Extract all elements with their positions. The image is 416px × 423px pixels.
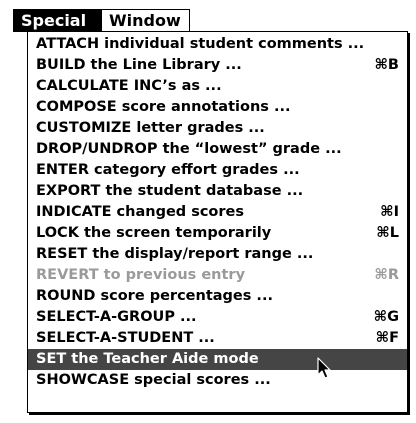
menu-item-shortcut: ⌘L bbox=[376, 225, 399, 241]
menu-item-label: SELECT-A-GROUP ... bbox=[36, 309, 197, 325]
menu-item-enter-effort-grades[interactable]: ENTER category effort grades ... bbox=[28, 160, 407, 181]
menu-item-shortcut: ⌘G bbox=[373, 309, 399, 325]
menu-item-label: COMPOSE score annotations ... bbox=[36, 99, 291, 115]
menu-item-select-a-group[interactable]: SELECT-A-GROUP ... ⌘G bbox=[28, 307, 407, 328]
special-menu-dropdown: ATTACH individual student comments ... B… bbox=[27, 31, 408, 413]
menu-item-shortcut: ⌘R bbox=[374, 267, 399, 283]
menu-item-label: ATTACH individual student comments ... bbox=[36, 36, 365, 52]
menu-item-set-teacher-aide-mode[interactable]: SET the Teacher Aide mode bbox=[28, 349, 407, 370]
menu-item-label: SHOWCASE special scores ... bbox=[36, 372, 271, 388]
menu-item-shortcut: ⌘B bbox=[374, 57, 399, 73]
menu-item-round-percentages[interactable]: ROUND score percentages ... bbox=[28, 286, 407, 307]
menu-item-label: ROUND score percentages ... bbox=[36, 288, 273, 304]
menu-item-label: BUILD the Line Library ... bbox=[36, 57, 242, 73]
menu-item-label: REVERT to previous entry bbox=[36, 267, 246, 283]
menu-item-customize-letter-grades[interactable]: CUSTOMIZE letter grades ... bbox=[28, 118, 407, 139]
menu-item-label: DROP/UNDROP the “lowest” grade ... bbox=[36, 141, 342, 157]
menu-item-attach-comments[interactable]: ATTACH individual student comments ... bbox=[28, 34, 407, 55]
menu-item-label: CALCULATE INC’s as ... bbox=[36, 78, 222, 94]
menu-item-label: SET the Teacher Aide mode bbox=[36, 351, 259, 367]
menu-item-revert-entry: REVERT to previous entry ⌘R bbox=[28, 265, 407, 286]
menu-item-label: EXPORT the student database ... bbox=[36, 183, 304, 199]
menu-item-export-database[interactable]: EXPORT the student database ... bbox=[28, 181, 407, 202]
menu-item-lock-screen[interactable]: LOCK the screen temporarily ⌘L bbox=[28, 223, 407, 244]
menu-item-reset-range[interactable]: RESET the display/report range ... bbox=[28, 244, 407, 265]
menu-item-shortcut: ⌘I bbox=[380, 204, 399, 220]
menu-item-shortcut: ⌘F bbox=[375, 330, 399, 346]
menu-item-label: LOCK the screen temporarily bbox=[36, 225, 272, 241]
menu-window[interactable]: Window bbox=[102, 10, 189, 32]
menu-item-label: CUSTOMIZE letter grades ... bbox=[36, 120, 265, 136]
menu-item-select-a-student[interactable]: SELECT-A-STUDENT ... ⌘F bbox=[28, 328, 407, 349]
menu-item-label: ENTER category effort grades ... bbox=[36, 162, 300, 178]
menu-item-showcase-scores[interactable]: SHOWCASE special scores ... bbox=[28, 370, 407, 391]
arrow-pointer-icon bbox=[317, 357, 331, 379]
menu-item-drop-undrop-lowest[interactable]: DROP/UNDROP the “lowest” grade ... bbox=[28, 139, 407, 160]
menu-item-label: RESET the display/report range ... bbox=[36, 246, 314, 262]
menu-item-build-line-library[interactable]: BUILD the Line Library ... ⌘B bbox=[28, 55, 407, 76]
menu-item-compose-annotations[interactable]: COMPOSE score annotations ... bbox=[28, 97, 407, 118]
menu-item-label: INDICATE changed scores bbox=[36, 204, 245, 220]
menu-item-calculate-inc[interactable]: CALCULATE INC’s as ... bbox=[28, 76, 407, 97]
menu-special[interactable]: Special bbox=[14, 10, 102, 32]
menu-bar: Special Window bbox=[13, 9, 190, 32]
menu-item-indicate-changed-scores[interactable]: INDICATE changed scores ⌘I bbox=[28, 202, 407, 223]
menu-item-label: SELECT-A-STUDENT ... bbox=[36, 330, 215, 346]
